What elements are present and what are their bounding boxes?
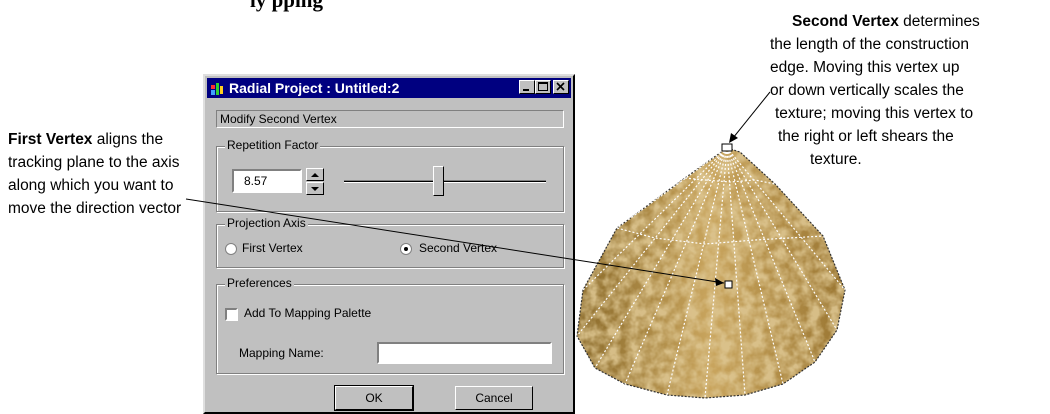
second-vertex-arrowhead [729,133,738,143]
first-vertex-leader [185,198,725,284]
callout-leaders [185,91,771,286]
second-vertex-leader [732,91,771,139]
first-vertex-arrowhead [715,278,724,286]
